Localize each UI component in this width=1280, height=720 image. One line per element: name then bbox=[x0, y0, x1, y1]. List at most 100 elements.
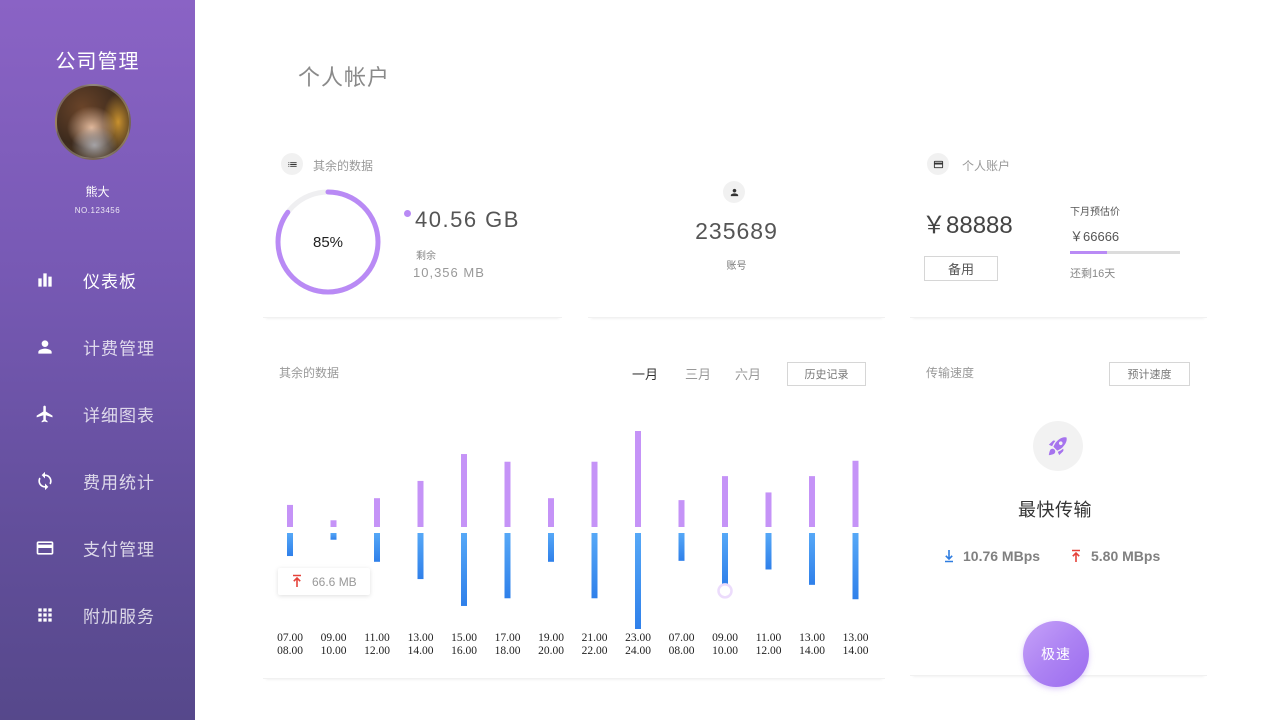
card-title: 传输速度 bbox=[926, 366, 975, 380]
sidebar-item-label: 计费管理 bbox=[83, 339, 155, 358]
x-tick-label: 13.00 bbox=[843, 632, 869, 644]
credit-card-icon bbox=[35, 538, 55, 558]
download-arrow-icon bbox=[945, 550, 953, 563]
x-tick-label: 22.00 bbox=[582, 645, 608, 657]
tab-january[interactable]: 一月 bbox=[625, 364, 665, 383]
blue-bar bbox=[591, 533, 598, 599]
sidebar-nav: 仪表板 计费管理 详细图表 费用统计 支付管理 附加服务 bbox=[0, 246, 195, 648]
tab-march[interactable]: 三月 bbox=[678, 364, 718, 383]
speed-headline: 最快传输 bbox=[1018, 500, 1092, 520]
x-tick-label: 11.00 bbox=[364, 632, 390, 644]
purple-bar bbox=[330, 520, 337, 527]
x-tick-label: 09.00 bbox=[712, 632, 738, 644]
blue-bar bbox=[374, 533, 380, 562]
legend-dot bbox=[404, 210, 411, 217]
speed-card: 传输速度 预计速度 最快传输 10.76 MBps 5.80 MBps 极速 bbox=[910, 345, 1207, 687]
x-tick-label: 13.00 bbox=[799, 632, 825, 644]
highlight-marker bbox=[717, 583, 733, 599]
rocket-icon bbox=[1033, 421, 1083, 471]
person-icon bbox=[723, 181, 745, 203]
storage-total: 40.56 GB bbox=[415, 207, 520, 232]
x-tick-label: 07.00 bbox=[669, 632, 695, 644]
purple-bar bbox=[809, 476, 815, 527]
bar-chart-icon bbox=[35, 270, 55, 290]
chart-title: 其余的数据 bbox=[279, 366, 340, 380]
blue-bar bbox=[678, 533, 685, 561]
days-left: 还剩16天 bbox=[1070, 268, 1116, 280]
dashboard: 公司管理 熊大 NO.123456 仪表板 计费管理 详细图表 费用统计 支付管… bbox=[0, 0, 1280, 720]
x-tick-label: 10.00 bbox=[712, 645, 738, 657]
airplane-icon bbox=[35, 404, 55, 424]
sidebar-item-charts[interactable]: 详细图表 bbox=[0, 380, 195, 447]
turbo-button[interactable]: 极速 bbox=[1023, 621, 1089, 687]
blue-bar bbox=[287, 533, 293, 557]
sidebar-item-dashboard[interactable]: 仪表板 bbox=[0, 246, 195, 313]
user-name: 熊大 bbox=[85, 185, 110, 199]
x-tick-label: 14.00 bbox=[843, 645, 869, 657]
account-label: 账号 bbox=[726, 261, 747, 272]
purple-bar bbox=[591, 461, 598, 527]
estimate-label: 下月预估价 bbox=[1070, 207, 1120, 218]
upload-arrow-icon bbox=[293, 574, 301, 587]
x-tick-label: 11.00 bbox=[756, 632, 782, 644]
usage-chart-card: 其余的数据 一月 三月 六月 历史记录 07.00 08.00 09.00 10.00… bbox=[263, 345, 885, 679]
sidebar-item-label: 费用统计 bbox=[83, 473, 155, 492]
x-tick-label: 09.00 bbox=[321, 632, 347, 644]
x-tick-label: 10.00 bbox=[321, 645, 347, 657]
purple-bar bbox=[287, 504, 293, 527]
spare-button[interactable]: 备用 bbox=[924, 256, 998, 281]
purple-bar bbox=[722, 476, 728, 527]
purple-bar bbox=[504, 461, 511, 527]
x-tick-label: 14.00 bbox=[799, 645, 825, 657]
sidebar-item-billing[interactable]: 计费管理 bbox=[0, 313, 195, 380]
sidebar-item-label: 仪表板 bbox=[83, 272, 137, 291]
sidebar-item-services[interactable]: 附加服务 bbox=[0, 581, 195, 648]
blue-bar bbox=[852, 533, 859, 600]
x-tick-label: 21.00 bbox=[582, 632, 608, 644]
blue-bar bbox=[765, 533, 772, 570]
page-title: 个人帐户 bbox=[298, 65, 391, 90]
blue-bar bbox=[330, 533, 337, 540]
x-tick-label: 14.00 bbox=[408, 645, 434, 657]
blue-bar bbox=[461, 533, 467, 606]
tab-june[interactable]: 六月 bbox=[728, 364, 768, 383]
history-button[interactable]: 历史记录 bbox=[787, 362, 866, 386]
balance-card: 个人账户 ￥88888 备用 下月预估价 ￥66666 还剩16天 bbox=[910, 148, 1207, 318]
sidebar-item-label: 附加服务 bbox=[83, 607, 155, 626]
blue-bar bbox=[504, 533, 511, 599]
x-tick-label: 16.00 bbox=[451, 645, 477, 657]
list-icon bbox=[281, 153, 303, 175]
blue-bar bbox=[548, 533, 554, 562]
card-title: 其余的数据 bbox=[313, 159, 374, 173]
x-tick-label: 08.00 bbox=[277, 645, 303, 657]
blue-bar bbox=[722, 533, 728, 585]
chart-tooltip: 66.6 MB bbox=[278, 568, 370, 595]
upload-speed: 5.80 MBps bbox=[1091, 548, 1161, 564]
purple-bar bbox=[417, 480, 424, 527]
account-card: 235689 账号 bbox=[588, 148, 885, 318]
storage-card: 其余的数据 85% 40.56 GB 剩余 10,356 MB bbox=[263, 148, 562, 318]
download-speed: 10.76 MBps bbox=[963, 548, 1041, 564]
purple-bar bbox=[765, 492, 772, 527]
sidebar-item-payments[interactable]: 支付管理 bbox=[0, 514, 195, 581]
sidebar: 公司管理 熊大 NO.123456 仪表板 计费管理 详细图表 费用统计 支付管… bbox=[0, 0, 195, 720]
blue-bar bbox=[417, 533, 424, 580]
sidebar-item-statistics[interactable]: 费用统计 bbox=[0, 447, 195, 514]
card-title: 个人账户 bbox=[962, 159, 1011, 173]
person-icon bbox=[35, 337, 55, 357]
x-tick-label: 20.00 bbox=[538, 645, 564, 657]
refresh-icon bbox=[35, 471, 55, 491]
x-tick-label: 23.00 bbox=[625, 632, 651, 644]
remaining-value: 10,356 MB bbox=[413, 265, 485, 280]
estimate-speed-button[interactable]: 预计速度 bbox=[1109, 362, 1190, 386]
x-tick-label: 18.00 bbox=[495, 645, 521, 657]
balance-amount: ￥88888 bbox=[922, 212, 1013, 239]
upload-arrow-icon bbox=[1072, 549, 1080, 562]
x-tick-label: 24.00 bbox=[625, 645, 651, 657]
purple-bar bbox=[548, 498, 554, 527]
account-number: 235689 bbox=[695, 218, 778, 244]
estimate-progress-fill bbox=[1070, 251, 1108, 254]
purple-bar bbox=[852, 460, 859, 527]
x-tick-label: 13.00 bbox=[408, 632, 434, 644]
blue-bar bbox=[809, 533, 815, 585]
